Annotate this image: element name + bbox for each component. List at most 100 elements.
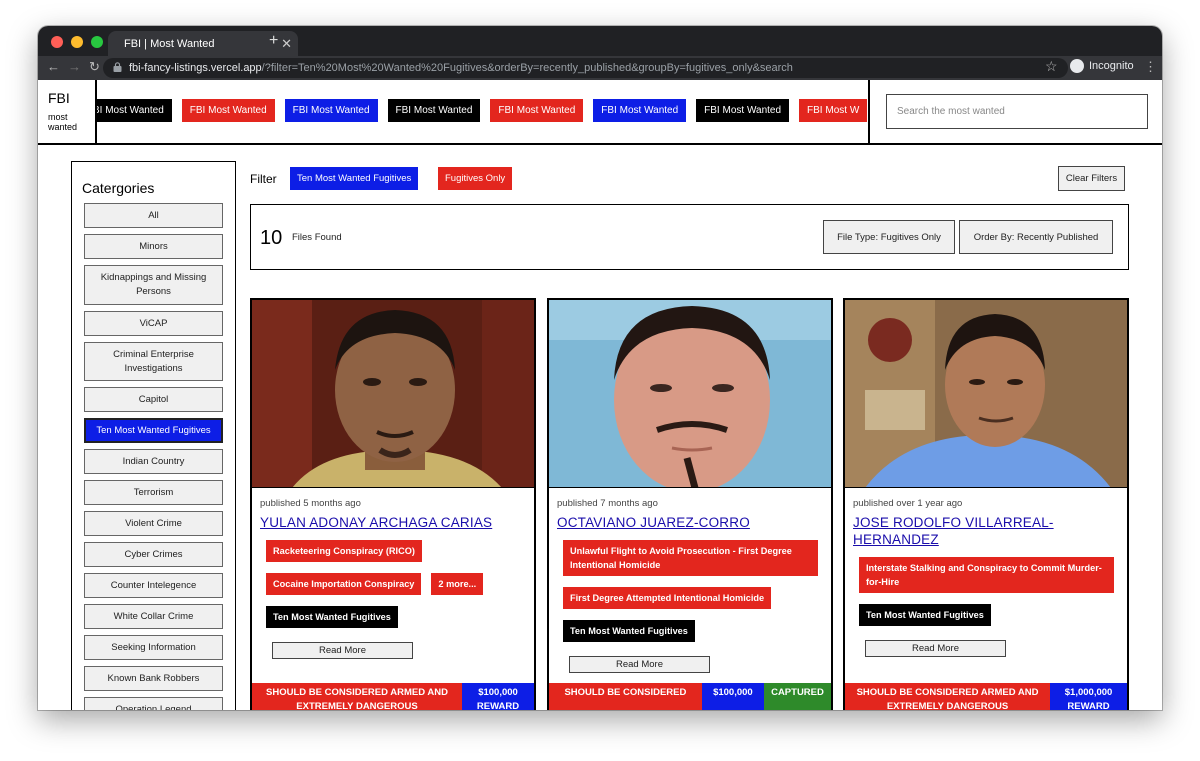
category-all[interactable]: All [84, 203, 223, 228]
window-controls [51, 36, 103, 48]
category-minors[interactable]: Minors [84, 234, 223, 259]
category-tag[interactable]: Ten Most Wanted Fugitives [563, 620, 695, 642]
site-header: FBI most wanted BI Most Wanted FBI Most … [38, 80, 1162, 145]
tab-title: FBI | Most Wanted [124, 38, 215, 50]
sidebar-title: Catergories [82, 180, 155, 196]
filter-chip-fugitives-only[interactable]: Fugitives Only [438, 167, 513, 190]
back-arrow-icon[interactable]: ← [47, 59, 60, 74]
category-indian-country[interactable]: Indian Country [84, 449, 223, 474]
marquee-item: FBI Most Wanted [490, 99, 584, 122]
crime-tags: Interstate Stalking and Conspiracy to Co… [853, 557, 1119, 626]
read-more-button[interactable]: Read More [272, 642, 413, 659]
reward-badge: $100,000 [701, 683, 764, 710]
marquee-item: FBI Most Wanted [284, 99, 378, 122]
file-type-button[interactable]: File Type: Fugitives Only [823, 220, 955, 254]
url-path: /?filter=Ten%20Most%20Wanted%20Fugitives… [261, 62, 793, 74]
marquee-item: FBI Most W [799, 99, 868, 122]
published-date: published 7 months ago [557, 498, 658, 509]
crime-tag[interactable]: Cocaine Importation Conspiracy [266, 573, 422, 595]
reward-amount: $100,000 [478, 687, 518, 698]
reload-icon[interactable]: ↻ [89, 59, 100, 75]
results-count: 10 [260, 227, 283, 249]
new-tab-icon[interactable]: + [269, 32, 278, 50]
marquee-item: FBI Most Wanted [593, 99, 687, 122]
logo-subtitle: most wanted [48, 112, 78, 132]
warning-label: SHOULD BE CONSIDERED ARMED AND EXTREMELY… [845, 683, 1051, 710]
crime-tags: Unlawful Flight to Avoid Prosecution - F… [557, 540, 823, 642]
results-bar: 10 Files Found File Type: Fugitives Only… [250, 204, 1129, 270]
logo-title: FBI [48, 90, 70, 106]
warning-label: SHOULD BE CONSIDERED [549, 683, 702, 710]
category-operation-legend[interactable]: Operation Legend [84, 697, 223, 710]
category-counter-intelligence[interactable]: Counter Intelegence [84, 573, 223, 598]
category-criminal-enterprise[interactable]: Criminal Enterprise Investigations [84, 342, 223, 381]
fugitive-photo[interactable] [845, 300, 1127, 488]
warning-label: SHOULD BE CONSIDERED ARMED AND EXTREMELY… [252, 683, 463, 710]
order-by-button[interactable]: Order By: Recently Published [959, 220, 1113, 254]
reward-badge: $1,000,000 REWARD [1050, 683, 1127, 710]
reward-amount: $100,000 [713, 687, 753, 698]
minimize-window-button[interactable] [71, 36, 83, 48]
crime-tag[interactable]: Racketeering Conspiracy (RICO) [266, 540, 422, 562]
search-area [868, 80, 1162, 145]
browser-menu-icon[interactable]: ⋮ [1144, 59, 1157, 75]
reward-badge: $100,000 REWARD [462, 683, 534, 710]
bookmark-star-icon[interactable]: ☆ [1045, 58, 1058, 75]
category-tag[interactable]: Ten Most Wanted Fugitives [859, 604, 991, 626]
category-white-collar[interactable]: White Collar Crime [84, 604, 223, 629]
filter-label: Filter [250, 172, 277, 186]
categories-sidebar: Catergories All Minors Kidnappings and M… [71, 161, 236, 710]
category-cyber-crimes[interactable]: Cyber Crimes [84, 542, 223, 567]
read-more-button[interactable]: Read More [569, 656, 710, 673]
maximize-window-button[interactable] [91, 36, 103, 48]
filter-row: Filter Ten Most Wanted Fugitives Fugitiv… [250, 166, 1125, 191]
page-content: FBI most wanted BI Most Wanted FBI Most … [38, 80, 1162, 710]
captured-badge: CAPTURED [763, 683, 831, 710]
read-more-button[interactable]: Read More [865, 640, 1006, 657]
fugitive-photo[interactable] [549, 300, 831, 488]
fugitive-card: published 5 months ago YULAN ADONAY ARCH… [250, 298, 536, 710]
crime-tag[interactable]: Unlawful Flight to Avoid Prosecution - F… [563, 540, 818, 576]
category-bank-robbers[interactable]: Known Bank Robbers [84, 666, 223, 691]
marquee-item: FBI Most Wanted [181, 99, 275, 122]
reward-amount: $1,000,000 [1064, 687, 1113, 698]
incognito-label: Incognito [1089, 60, 1134, 72]
category-violent-crime[interactable]: Violent Crime [84, 511, 223, 536]
category-seeking-information[interactable]: Seeking Information [84, 635, 223, 660]
crime-tag[interactable]: Interstate Stalking and Conspiracy to Co… [859, 557, 1114, 593]
more-tags-button[interactable]: 2 more... [431, 573, 484, 595]
fugitive-name-link[interactable]: OCTAVIANO JUAREZ-CORRO [557, 514, 823, 531]
clear-filters-button[interactable]: Clear Filters [1058, 166, 1125, 191]
category-ten-most-wanted[interactable]: Ten Most Wanted Fugitives [84, 418, 223, 443]
forward-arrow-icon[interactable]: → [68, 59, 81, 74]
category-kidnappings[interactable]: Kidnappings and Missing Persons [84, 265, 223, 305]
filter-chip-ten-most-wanted[interactable]: Ten Most Wanted Fugitives [290, 167, 419, 190]
category-tag[interactable]: Ten Most Wanted Fugitives [266, 606, 398, 628]
category-capitol[interactable]: Capitol [84, 387, 223, 412]
url-host: fbi-fancy-listings.vercel.app [129, 62, 262, 74]
fugitive-name-link[interactable]: YULAN ADONAY ARCHAGA CARIAS [260, 514, 526, 531]
close-window-button[interactable] [51, 36, 63, 48]
fugitive-photo[interactable] [252, 300, 534, 488]
card-footer: SHOULD BE CONSIDERED $100,000 CAPTURED [549, 683, 831, 710]
category-terrorism[interactable]: Terrorism [84, 480, 223, 505]
results-label: Files Found [292, 232, 342, 243]
site-logo[interactable]: FBI most wanted [38, 80, 97, 145]
incognito-indicator[interactable]: Incognito [1070, 59, 1134, 73]
search-input[interactable] [886, 94, 1148, 129]
reward-label: REWARD [476, 701, 520, 710]
url-field[interactable]: fbi-fancy-listings.vercel.app/?filter=Te… [103, 58, 1068, 78]
crime-tag[interactable]: First Degree Attempted Intentional Homic… [563, 587, 772, 609]
card-footer: SHOULD BE CONSIDERED ARMED AND EXTREMELY… [252, 683, 534, 710]
incognito-icon [1070, 59, 1084, 73]
browser-window: FBI | Most Wanted ✕ + ← → ↻ fbi-fancy-li… [38, 26, 1162, 710]
marquee-item: FBI Most Wanted [696, 99, 790, 122]
card-footer: SHOULD BE CONSIDERED ARMED AND EXTREMELY… [845, 683, 1127, 710]
reward-label: REWARD [1067, 701, 1110, 710]
category-vicap[interactable]: ViCAP [84, 311, 223, 336]
browser-tabbar: FBI | Most Wanted ✕ + [38, 26, 1162, 56]
close-tab-icon[interactable]: ✕ [281, 36, 292, 52]
address-bar: ← → ↻ fbi-fancy-listings.vercel.app/?fil… [38, 56, 1162, 80]
lock-icon [113, 62, 122, 72]
fugitive-name-link[interactable]: JOSE RODOLFO VILLARREAL-HERNANDEZ [853, 514, 1119, 548]
